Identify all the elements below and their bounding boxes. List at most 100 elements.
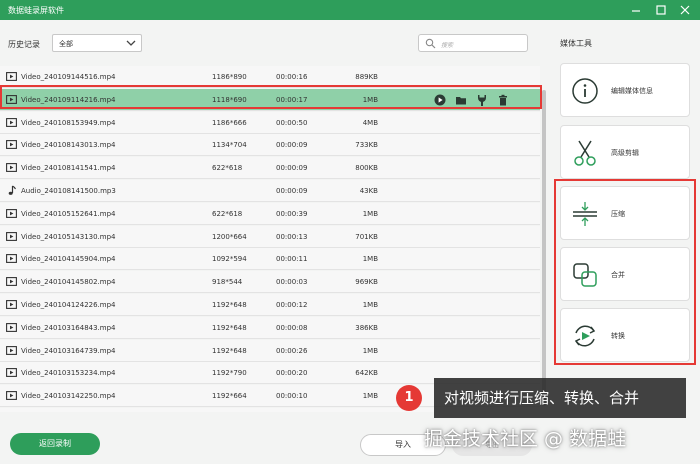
file-size: 1MB bbox=[362, 346, 378, 355]
video-file-icon bbox=[6, 322, 17, 333]
file-resolution: 1192*648 bbox=[212, 346, 247, 355]
file-resolution: 1186*666 bbox=[212, 118, 247, 127]
file-resolution: 1192*664 bbox=[212, 392, 247, 401]
minimize-icon[interactable] bbox=[628, 2, 644, 18]
file-row[interactable]: Video_240103164843.mp4 1192*648 00:00:08 38… bbox=[0, 316, 540, 339]
file-name: Video_240105152641.mp4 bbox=[21, 209, 116, 218]
search-input[interactable]: 搜索 bbox=[418, 34, 528, 52]
scrollbar-thumb[interactable] bbox=[542, 90, 546, 406]
play-icon[interactable] bbox=[434, 94, 446, 106]
file-duration: 00:00:09 bbox=[276, 187, 308, 195]
file-size: 733KB bbox=[355, 141, 378, 150]
file-row[interactable]: Video_240109114216.mp4 1118*690 00:00:17 1M… bbox=[0, 88, 540, 111]
file-name: Video_240104145802.mp4 bbox=[21, 278, 116, 287]
wrench-icon[interactable] bbox=[476, 94, 488, 106]
video-file-icon bbox=[6, 162, 17, 173]
trash-icon[interactable] bbox=[497, 94, 509, 106]
file-row[interactable]: Video_240108153949.mp4 1186*666 00:00:50 4M… bbox=[0, 111, 540, 134]
chevron-down-icon bbox=[125, 38, 137, 50]
file-row[interactable]: Video_240105152641.mp4 622*618 00:00:39 1MB bbox=[0, 202, 540, 225]
tool-label: 压缩 bbox=[611, 210, 625, 218]
tool-label: 编辑媒体信息 bbox=[611, 87, 653, 95]
file-name: Video_240104124226.mp4 bbox=[21, 301, 116, 309]
video-file-icon bbox=[6, 253, 17, 264]
file-duration: 00:00:17 bbox=[276, 95, 308, 104]
file-resolution: 1092*594 bbox=[212, 255, 247, 264]
file-duration: 00:00:20 bbox=[276, 369, 308, 378]
file-row[interactable]: Video_240104145802.mp4 918*544 00:00:03 969… bbox=[0, 271, 540, 294]
file-size: 1MB bbox=[362, 95, 378, 104]
file-size: 1MB bbox=[362, 301, 378, 309]
file-name: Video_240103164843.mp4 bbox=[21, 323, 116, 332]
step-badge: 1 bbox=[396, 385, 422, 411]
file-row[interactable]: Audio_240108141500.mp3 00:00:09 43KB bbox=[0, 180, 540, 202]
file-resolution: 918*544 bbox=[212, 278, 243, 287]
file-size: 800KB bbox=[355, 164, 378, 173]
file-duration: 00:00:09 bbox=[276, 141, 308, 150]
file-resolution: 1192*648 bbox=[212, 323, 247, 332]
video-file-icon bbox=[6, 390, 17, 401]
file-name: Video_240109114216.mp4 bbox=[21, 95, 116, 104]
file-size: 386KB bbox=[355, 323, 378, 332]
maximize-icon[interactable] bbox=[653, 2, 669, 18]
file-name: Video_240103153234.mp4 bbox=[21, 369, 116, 378]
file-resolution: 622*618 bbox=[212, 164, 243, 173]
file-size: 1MB bbox=[362, 392, 378, 401]
file-size: 889KB bbox=[355, 73, 378, 81]
file-name: Video_240103142250.mp4 bbox=[21, 392, 116, 401]
convert-icon bbox=[571, 322, 599, 350]
filter-select-value: 全部 bbox=[59, 40, 73, 48]
file-row[interactable]: Video_240108143013.mp4 1134*704 00:00:09 73… bbox=[0, 134, 540, 157]
info-icon bbox=[571, 77, 599, 105]
video-file-icon bbox=[6, 367, 17, 378]
file-resolution: 1192*648 bbox=[212, 301, 247, 309]
file-name: Video_240108153949.mp4 bbox=[21, 118, 116, 127]
tool-advanced-clip[interactable]: 高级剪辑 bbox=[560, 125, 690, 179]
tool-compress[interactable]: 压缩 bbox=[560, 186, 690, 240]
tool-label: 转换 bbox=[611, 332, 625, 340]
video-file-icon bbox=[6, 208, 17, 219]
video-file-icon bbox=[6, 276, 17, 287]
folder-icon[interactable] bbox=[455, 94, 467, 106]
back-to-record-button[interactable]: 返回录制 bbox=[10, 433, 100, 455]
file-row[interactable]: Video_240103164739.mp4 1192*648 00:00:26 1M… bbox=[0, 339, 540, 362]
close-icon[interactable] bbox=[677, 2, 693, 18]
video-file-icon bbox=[6, 71, 17, 82]
search-placeholder: 搜索 bbox=[441, 42, 454, 49]
file-name: Video_240103164739.mp4 bbox=[21, 346, 116, 355]
file-row[interactable]: Video_240104124226.mp4 1192*648 00:00:12 1M… bbox=[0, 294, 540, 316]
file-duration: 00:00:08 bbox=[276, 323, 308, 332]
file-name: Video_240109144516.mp4 bbox=[21, 73, 116, 81]
app-title: 数据蛙录屏软件 bbox=[8, 6, 64, 15]
file-name: Video_240108141541.mp4 bbox=[21, 164, 116, 173]
file-size: 1MB bbox=[362, 255, 378, 264]
file-resolution: 622*618 bbox=[212, 209, 243, 218]
file-size: 4MB bbox=[362, 118, 378, 127]
file-duration: 00:00:26 bbox=[276, 346, 308, 355]
title-bar: 数据蛙录屏软件 bbox=[0, 0, 700, 20]
tool-edit-media-info[interactable]: 编辑媒体信息 bbox=[560, 63, 690, 117]
scissors-icon bbox=[571, 139, 599, 167]
file-list-scrollbar[interactable] bbox=[541, 76, 547, 412]
tool-convert[interactable]: 转换 bbox=[560, 308, 690, 362]
video-file-icon bbox=[6, 117, 17, 128]
file-row[interactable]: Video_240109144516.mp4 1186*890 00:00:16 88… bbox=[0, 66, 540, 88]
file-row[interactable]: Video_240108141541.mp4 622*618 00:00:09 800… bbox=[0, 157, 540, 180]
file-row[interactable]: Video_240105143130.mp4 1200*664 00:00:13 70… bbox=[0, 225, 540, 248]
video-file-icon bbox=[6, 299, 17, 310]
video-file-icon bbox=[6, 139, 17, 150]
video-file-icon bbox=[6, 231, 17, 242]
filter-select[interactable]: 全部 bbox=[52, 34, 142, 52]
file-row[interactable]: Video_240104145904.mp4 1092*594 00:00:11 1M… bbox=[0, 248, 540, 271]
file-duration: 00:00:50 bbox=[276, 118, 308, 127]
file-list: Video_240109144516.mp4 1186*890 00:00:16 88… bbox=[0, 66, 540, 412]
file-name: Video_240104145904.mp4 bbox=[21, 255, 116, 264]
file-duration: 00:00:11 bbox=[276, 255, 308, 264]
tool-merge[interactable]: 合并 bbox=[560, 247, 690, 301]
file-size: 43KB bbox=[359, 187, 378, 195]
filter-bar: 历史记录 全部 搜索 bbox=[0, 20, 545, 66]
file-resolution: 1118*690 bbox=[212, 95, 247, 104]
annotation-callout: 对视频进行压缩、转换、合并 bbox=[434, 378, 686, 418]
file-duration: 00:00:09 bbox=[276, 164, 308, 173]
merge-icon bbox=[571, 261, 599, 289]
